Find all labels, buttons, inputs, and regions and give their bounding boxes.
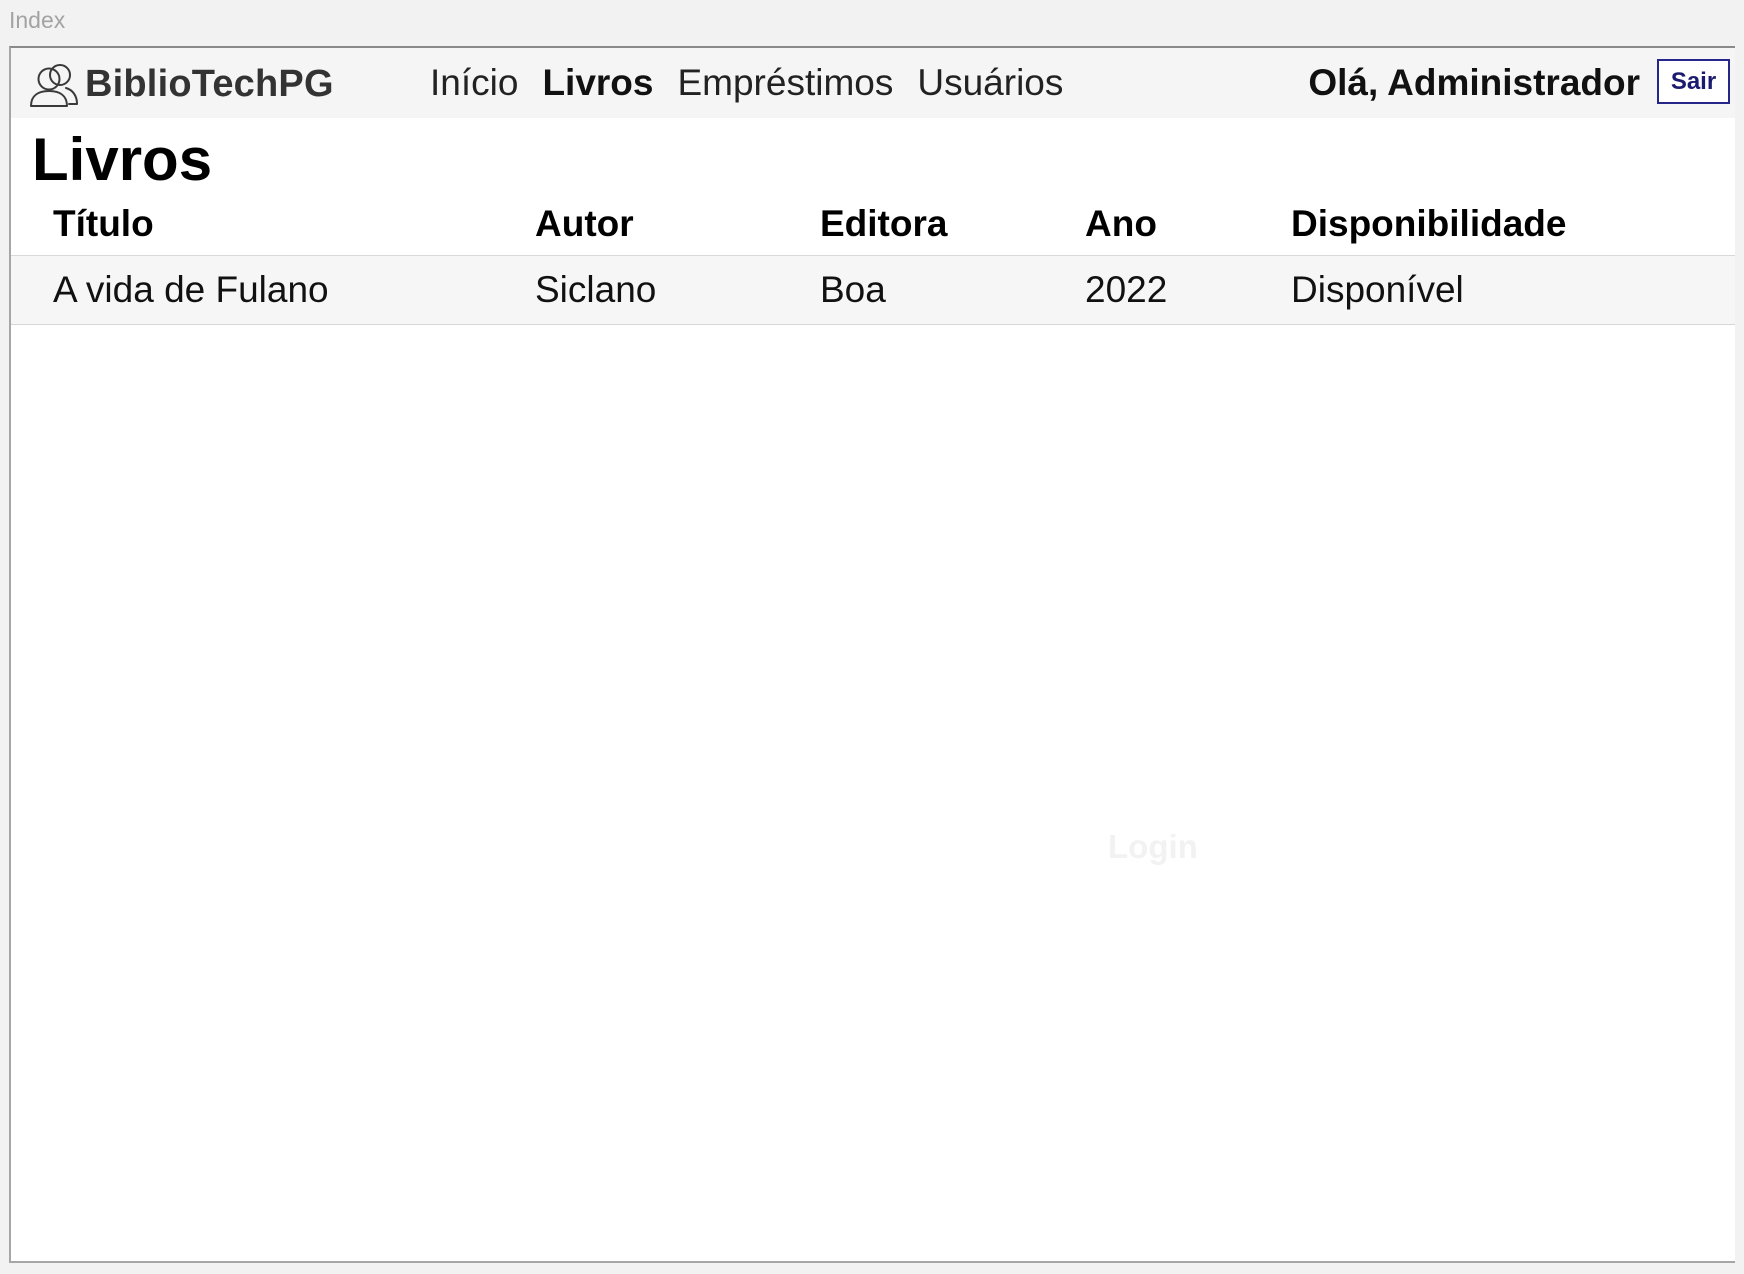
cell-titulo: A vida de Fulano — [11, 255, 535, 325]
brand-name: BiblioTechPG — [85, 62, 334, 105]
cell-ano: 2022 — [1085, 255, 1291, 325]
nav-links: Início Livros Empréstimos Usuários — [430, 62, 1063, 104]
books-table: Título Autor Editora Ano Disponibilidade… — [11, 193, 1735, 325]
cell-editora: Boa — [820, 255, 1085, 325]
column-header-ano: Ano — [1085, 193, 1291, 256]
nav-link-emprestimos[interactable]: Empréstimos — [677, 62, 893, 104]
ghost-login-label: Login — [1108, 828, 1198, 865]
column-header-autor: Autor — [535, 193, 820, 256]
user-greeting: Olá, Administrador — [1308, 62, 1640, 103]
nav-link-livros[interactable]: Livros — [542, 62, 653, 104]
brand[interactable]: BiblioTechPG — [29, 60, 334, 108]
cell-disponibilidade: Disponível — [1291, 255, 1735, 325]
nav-link-inicio[interactable]: Início — [430, 62, 518, 104]
column-header-titulo: Título — [11, 193, 535, 256]
cell-autor: Siclano — [535, 255, 820, 325]
navbar: BiblioTechPG Início Livros Empréstimos U… — [11, 48, 1735, 118]
users-icon — [29, 60, 79, 108]
table-header-row: Título Autor Editora Ano Disponibilidade — [11, 193, 1735, 256]
column-header-disponibilidade: Disponibilidade — [1291, 193, 1735, 256]
nav-link-usuarios[interactable]: Usuários — [917, 62, 1063, 104]
page-title: Livros — [32, 126, 213, 193]
logout-button[interactable]: Sair — [1657, 59, 1730, 104]
column-header-editora: Editora — [820, 193, 1085, 256]
canvas-label: Index — [9, 7, 66, 33]
app-frame: BiblioTechPG Início Livros Empréstimos U… — [9, 46, 1735, 1263]
table-row[interactable]: A vida de Fulano Siclano Boa 2022 Dispon… — [11, 255, 1735, 325]
